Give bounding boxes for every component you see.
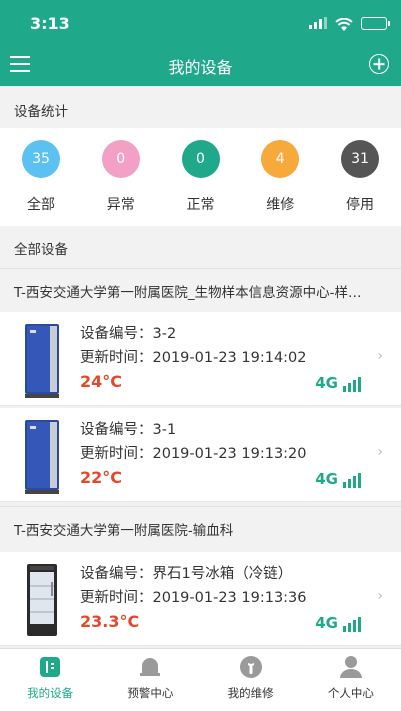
network-status: 4G bbox=[315, 374, 361, 392]
temperature: 22°C bbox=[80, 468, 123, 487]
signal-bars-icon bbox=[343, 472, 361, 488]
device-stats: 35 全部 0 异常 0 正常 4 维修 31 停用 bbox=[0, 128, 401, 226]
stat-normal-count: 0 bbox=[181, 140, 220, 178]
device-card[interactable]: 设备编号：3-2 更新时间：2019-01-23 19:14:02 24°C ›… bbox=[0, 312, 401, 406]
update-time-label: 更新时间： bbox=[80, 446, 153, 462]
chevron-right-icon: › bbox=[377, 588, 383, 604]
tab-label: 我的设备 bbox=[27, 686, 74, 700]
stat-disabled-label: 停用 bbox=[346, 197, 374, 213]
glass-door-refrigerator-image bbox=[27, 564, 57, 636]
tab-label: 我的维修 bbox=[227, 686, 274, 700]
device-info: 设备编号：3-2 更新时间：2019-01-23 19:14:02 24°C bbox=[80, 322, 307, 394]
device-number-label: 设备编号： bbox=[80, 422, 153, 438]
tab-personal-center[interactable]: 个人中心 bbox=[301, 649, 401, 711]
update-time: 2019-01-23 19:13:20 bbox=[152, 446, 307, 462]
temperature: 23.3°C bbox=[80, 612, 140, 631]
stat-disabled[interactable]: 31 停用 bbox=[338, 128, 382, 226]
stat-abnormal[interactable]: 0 异常 bbox=[99, 128, 143, 226]
stat-normal[interactable]: 0 正常 bbox=[179, 128, 223, 226]
device-info: 设备编号：界石1号冰箱（冷链） 更新时间：2019-01-23 19:13:36… bbox=[80, 562, 307, 634]
stat-all-count: 35 bbox=[22, 140, 60, 178]
chevron-right-icon: › bbox=[377, 444, 383, 460]
device-number-label: 设备编号： bbox=[80, 566, 153, 582]
wrench-icon bbox=[239, 655, 263, 679]
network-status: 4G bbox=[315, 614, 361, 632]
signal-bars-icon bbox=[343, 376, 361, 392]
signal-bars-icon bbox=[343, 616, 361, 632]
network-type: 4G bbox=[315, 470, 338, 488]
device-card[interactable]: 设备编号：界石1号冰箱（冷链） 更新时间：2019-01-23 19:13:36… bbox=[0, 552, 401, 646]
ultra-low-freezer-image bbox=[25, 420, 59, 494]
group-title: T-西安交通大学第一附属医院_生物样本信息资源中心-样… bbox=[0, 268, 401, 312]
devices-section-label: 全部设备 bbox=[14, 242, 68, 258]
bell-icon bbox=[138, 655, 162, 679]
device-icon bbox=[38, 655, 62, 679]
battery-icon bbox=[361, 17, 390, 30]
page-title: 我的设备 bbox=[168, 58, 233, 77]
update-time: 2019-01-23 19:13:36 bbox=[152, 590, 307, 606]
stat-normal-label: 正常 bbox=[186, 197, 215, 213]
ultra-low-freezer-image bbox=[25, 324, 59, 398]
device-number: 3-1 bbox=[152, 422, 177, 438]
stat-repair[interactable]: 4 维修 bbox=[258, 128, 302, 226]
device-info: 设备编号：3-1 更新时间：2019-01-23 19:13:20 22°C bbox=[80, 418, 307, 490]
app-header: 3:13 我的设备 bbox=[0, 0, 401, 86]
update-time-label: 更新时间： bbox=[80, 350, 153, 366]
device-card[interactable]: 设备编号：3-1 更新时间：2019-01-23 19:13:20 22°C ›… bbox=[0, 408, 401, 502]
temperature: 24°C bbox=[80, 372, 123, 391]
tab-alert-center[interactable]: 预警中心 bbox=[100, 649, 200, 711]
network-type: 4G bbox=[315, 614, 338, 632]
device-number: 界石1号冰箱（冷链） bbox=[152, 566, 293, 582]
stat-repair-label: 维修 bbox=[266, 197, 295, 213]
stat-all[interactable]: 35 全部 bbox=[19, 128, 63, 226]
status-icons bbox=[309, 14, 390, 33]
stats-section-label: 设备统计 bbox=[14, 104, 68, 120]
device-number-label: 设备编号： bbox=[80, 326, 153, 342]
update-time-label: 更新时间： bbox=[80, 590, 153, 606]
device-number: 3-2 bbox=[152, 326, 177, 342]
chevron-right-icon: › bbox=[377, 348, 383, 364]
stat-repair-count: 4 bbox=[261, 140, 300, 178]
stat-abnormal-count: 0 bbox=[101, 140, 140, 178]
network-type: 4G bbox=[315, 374, 338, 392]
add-device-button[interactable] bbox=[369, 54, 389, 74]
tab-my-repairs[interactable]: 我的维修 bbox=[201, 649, 301, 711]
signal-dots-icon bbox=[309, 14, 327, 33]
stat-all-label: 全部 bbox=[27, 197, 55, 213]
network-status: 4G bbox=[315, 470, 361, 488]
group-title: T-西安交通大学第一附属医院-输血科 bbox=[0, 506, 401, 550]
tab-label: 预警中心 bbox=[127, 686, 174, 700]
bottom-tab-bar: 我的设备 预警中心 我的维修 个人中心 bbox=[0, 648, 401, 711]
person-icon bbox=[339, 655, 363, 679]
stat-disabled-count: 31 bbox=[341, 140, 379, 178]
tab-label: 个人中心 bbox=[327, 686, 374, 700]
stat-abnormal-label: 异常 bbox=[106, 197, 135, 213]
status-time: 3:13 bbox=[30, 14, 70, 33]
tab-my-devices[interactable]: 我的设备 bbox=[0, 649, 100, 711]
wifi-icon bbox=[335, 17, 353, 31]
update-time: 2019-01-23 19:14:02 bbox=[152, 350, 307, 366]
